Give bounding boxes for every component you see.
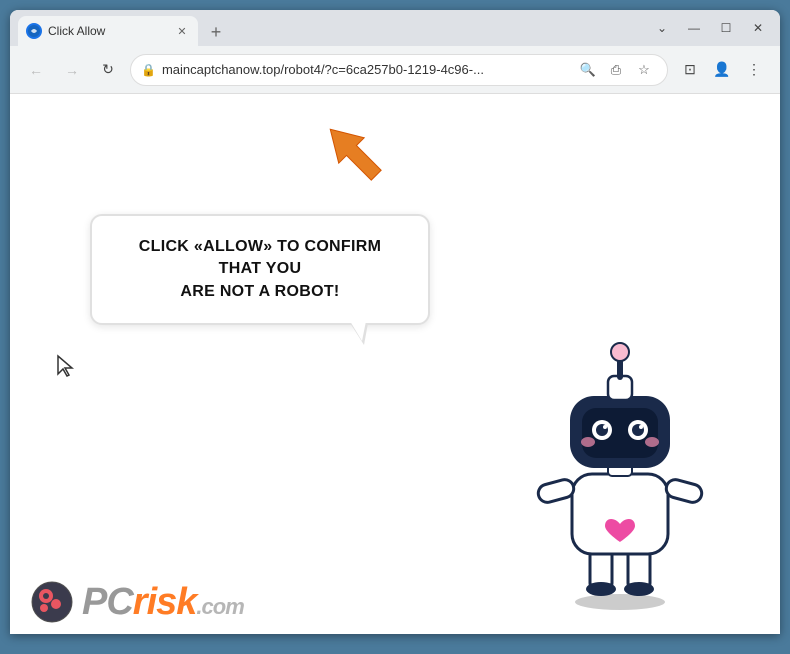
share-icon[interactable]: ⎙ — [603, 57, 629, 83]
split-view-button[interactable]: ⊡ — [676, 56, 704, 84]
pcrisk-dotcom: .com — [196, 594, 243, 619]
mouse-cursor — [56, 354, 76, 383]
url-text: maincaptchanow.top/robot4/?c=6ca257b0-12… — [162, 62, 569, 77]
search-icon[interactable]: 🔍 — [575, 57, 601, 83]
profile-button[interactable]: 👤 — [708, 56, 736, 84]
title-bar: Click Allow ✕ + ⌄ — ☐ ✕ — [10, 10, 780, 46]
orange-arrow — [315, 114, 395, 199]
back-button[interactable]: ← — [22, 56, 50, 84]
address-actions: 🔍 ⎙ ☆ — [575, 57, 657, 83]
tab-favicon — [26, 23, 42, 39]
pcrisk-text: PCrisk.com — [82, 583, 244, 621]
close-button[interactable]: ✕ — [744, 14, 772, 42]
browser-window: Click Allow ✕ + ⌄ — ☐ ✕ ← → ↻ 🔒 maincapt… — [10, 10, 780, 634]
forward-button[interactable]: → — [58, 56, 86, 84]
tab-close-button[interactable]: ✕ — [174, 23, 190, 39]
pcrisk-logo-icon — [30, 580, 74, 624]
tab-bar: Click Allow ✕ + — [18, 10, 648, 46]
minimize-button[interactable]: — — [680, 14, 708, 42]
menu-button[interactable]: ⋮ — [740, 56, 768, 84]
bookmark-icon[interactable]: ☆ — [631, 57, 657, 83]
pcrisk-watermark: PCrisk.com — [30, 580, 244, 624]
reload-button[interactable]: ↻ — [94, 56, 122, 84]
tab-title: Click Allow — [48, 24, 168, 38]
pcrisk-pc: PC — [82, 581, 133, 623]
address-bar: ← → ↻ 🔒 maincaptchanow.top/robot4/?c=6ca… — [10, 46, 780, 94]
page-content: CLICK «ALLOW» TO CONFIRM THAT YOU ARE NO… — [10, 94, 780, 634]
robot-illustration — [520, 334, 720, 594]
chevron-down-button[interactable]: ⌄ — [648, 14, 676, 42]
address-input[interactable]: 🔒 maincaptchanow.top/robot4/?c=6ca257b0-… — [130, 54, 668, 86]
bubble-text: CLICK «ALLOW» TO CONFIRM THAT YOU ARE NO… — [122, 236, 398, 303]
window-controls: ⌄ — ☐ ✕ — [648, 14, 772, 42]
lock-icon: 🔒 — [141, 63, 156, 77]
new-tab-button[interactable]: + — [202, 18, 230, 46]
pcrisk-risk: risk — [133, 581, 197, 623]
speech-bubble: CLICK «ALLOW» TO CONFIRM THAT YOU ARE NO… — [90, 214, 430, 325]
maximize-button[interactable]: ☐ — [712, 14, 740, 42]
toolbar-actions: ⊡ 👤 ⋮ — [676, 56, 768, 84]
active-tab[interactable]: Click Allow ✕ — [18, 16, 198, 46]
